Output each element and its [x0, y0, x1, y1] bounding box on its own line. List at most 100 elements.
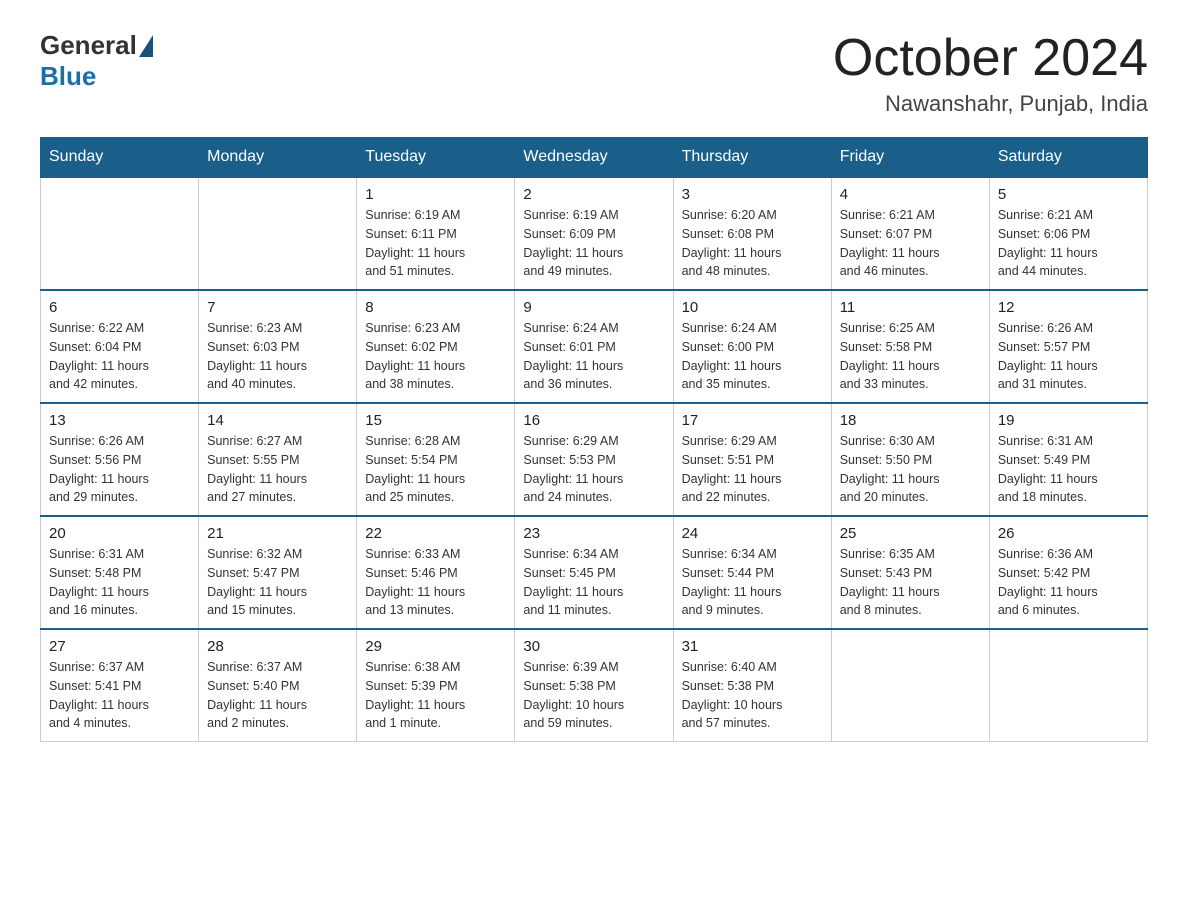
- day-info: Sunrise: 6:24 AMSunset: 6:01 PMDaylight:…: [523, 319, 664, 394]
- day-info: Sunrise: 6:35 AMSunset: 5:43 PMDaylight:…: [840, 545, 981, 620]
- day-number: 18: [840, 412, 981, 429]
- calendar-cell: 17 Sunrise: 6:29 AMSunset: 5:51 PMDayligh…: [673, 403, 831, 516]
- day-number: 8: [365, 299, 506, 316]
- day-number: 5: [998, 186, 1139, 203]
- calendar-cell: 25 Sunrise: 6:35 AMSunset: 5:43 PMDayligh…: [831, 516, 989, 629]
- calendar-cell: 16 Sunrise: 6:29 AMSunset: 5:53 PMDayligh…: [515, 403, 673, 516]
- day-number: 10: [682, 299, 823, 316]
- day-info: Sunrise: 6:32 AMSunset: 5:47 PMDaylight:…: [207, 545, 348, 620]
- day-number: 9: [523, 299, 664, 316]
- calendar-week-5: 27 Sunrise: 6:37 AMSunset: 5:41 PMDayligh…: [41, 629, 1148, 742]
- calendar-cell: 13 Sunrise: 6:26 AMSunset: 5:56 PMDayligh…: [41, 403, 199, 516]
- day-number: 21: [207, 525, 348, 542]
- day-info: Sunrise: 6:28 AMSunset: 5:54 PMDaylight:…: [365, 432, 506, 507]
- header-monday: Monday: [199, 138, 357, 178]
- header-sunday: Sunday: [41, 138, 199, 178]
- calendar-cell: 9 Sunrise: 6:24 AMSunset: 6:01 PMDaylight…: [515, 290, 673, 403]
- calendar-cell: 20 Sunrise: 6:31 AMSunset: 5:48 PMDayligh…: [41, 516, 199, 629]
- day-info: Sunrise: 6:30 AMSunset: 5:50 PMDaylight:…: [840, 432, 981, 507]
- day-number: 24: [682, 525, 823, 542]
- calendar-cell: [41, 177, 199, 290]
- day-info: Sunrise: 6:24 AMSunset: 6:00 PMDaylight:…: [682, 319, 823, 394]
- day-number: 3: [682, 186, 823, 203]
- day-info: Sunrise: 6:37 AMSunset: 5:40 PMDaylight:…: [207, 658, 348, 733]
- calendar-week-2: 6 Sunrise: 6:22 AMSunset: 6:04 PMDaylight…: [41, 290, 1148, 403]
- day-number: 13: [49, 412, 190, 429]
- calendar-cell: 3Sunrise: 6:20 AMSunset: 6:08 PMDaylight…: [673, 177, 831, 290]
- day-number: 31: [682, 638, 823, 655]
- title-area: October 2024 Nawanshahr, Punjab, India: [833, 30, 1148, 117]
- calendar-cell: 31 Sunrise: 6:40 AMSunset: 5:38 PMDayligh…: [673, 629, 831, 742]
- day-info: Sunrise: 6:37 AMSunset: 5:41 PMDaylight:…: [49, 658, 190, 733]
- calendar-cell: 18 Sunrise: 6:30 AMSunset: 5:50 PMDayligh…: [831, 403, 989, 516]
- day-number: 28: [207, 638, 348, 655]
- page-header: General Blue October 2024 Nawanshahr, Pu…: [40, 30, 1148, 117]
- calendar-cell: 22 Sunrise: 6:33 AMSunset: 5:46 PMDayligh…: [357, 516, 515, 629]
- calendar-cell: 28 Sunrise: 6:37 AMSunset: 5:40 PMDayligh…: [199, 629, 357, 742]
- calendar-cell: [199, 177, 357, 290]
- calendar-cell: 14Sunrise: 6:27 AMSunset: 5:55 PMDayligh…: [199, 403, 357, 516]
- day-info: Sunrise: 6:21 AMSunset: 6:07 PMDaylight:…: [840, 206, 981, 281]
- calendar-cell: 5Sunrise: 6:21 AMSunset: 6:06 PMDaylight…: [989, 177, 1147, 290]
- calendar-cell: 1 Sunrise: 6:19 AMSunset: 6:11 PMDaylight…: [357, 177, 515, 290]
- calendar-cell: 24 Sunrise: 6:34 AMSunset: 5:44 PMDayligh…: [673, 516, 831, 629]
- logo-triangle-icon: [139, 35, 153, 57]
- day-number: 12: [998, 299, 1139, 316]
- header-friday: Friday: [831, 138, 989, 178]
- day-info: Sunrise: 6:26 AMSunset: 5:57 PMDaylight:…: [998, 319, 1139, 394]
- day-number: 7: [207, 299, 348, 316]
- calendar-cell: 29Sunrise: 6:38 AMSunset: 5:39 PMDayligh…: [357, 629, 515, 742]
- day-info: Sunrise: 6:25 AMSunset: 5:58 PMDaylight:…: [840, 319, 981, 394]
- day-number: 17: [682, 412, 823, 429]
- calendar-cell: [831, 629, 989, 742]
- day-info: Sunrise: 6:29 AMSunset: 5:51 PMDaylight:…: [682, 432, 823, 507]
- day-info: Sunrise: 6:29 AMSunset: 5:53 PMDaylight:…: [523, 432, 664, 507]
- calendar-cell: 10 Sunrise: 6:24 AMSunset: 6:00 PMDayligh…: [673, 290, 831, 403]
- day-number: 19: [998, 412, 1139, 429]
- day-info: Sunrise: 6:34 AMSunset: 5:44 PMDaylight:…: [682, 545, 823, 620]
- day-info: Sunrise: 6:40 AMSunset: 5:38 PMDaylight:…: [682, 658, 823, 733]
- day-info: Sunrise: 6:36 AMSunset: 5:42 PMDaylight:…: [998, 545, 1139, 620]
- day-number: 30: [523, 638, 664, 655]
- day-number: 14: [207, 412, 348, 429]
- day-info: Sunrise: 6:26 AMSunset: 5:56 PMDaylight:…: [49, 432, 190, 507]
- day-number: 1: [365, 186, 506, 203]
- header-thursday: Thursday: [673, 138, 831, 178]
- calendar-cell: 2Sunrise: 6:19 AMSunset: 6:09 PMDaylight…: [515, 177, 673, 290]
- calendar-cell: 30 Sunrise: 6:39 AMSunset: 5:38 PMDayligh…: [515, 629, 673, 742]
- day-info: Sunrise: 6:38 AMSunset: 5:39 PMDaylight:…: [365, 658, 506, 733]
- logo: General Blue: [40, 30, 155, 92]
- calendar-cell: 4Sunrise: 6:21 AMSunset: 6:07 PMDaylight…: [831, 177, 989, 290]
- calendar-week-3: 13 Sunrise: 6:26 AMSunset: 5:56 PMDayligh…: [41, 403, 1148, 516]
- day-number: 22: [365, 525, 506, 542]
- day-info: Sunrise: 6:39 AMSunset: 5:38 PMDaylight:…: [523, 658, 664, 733]
- calendar-cell: 23 Sunrise: 6:34 AMSunset: 5:45 PMDayligh…: [515, 516, 673, 629]
- day-number: 15: [365, 412, 506, 429]
- day-number: 27: [49, 638, 190, 655]
- day-number: 6: [49, 299, 190, 316]
- calendar-cell: [989, 629, 1147, 742]
- day-number: 2: [523, 186, 664, 203]
- calendar-week-4: 20 Sunrise: 6:31 AMSunset: 5:48 PMDayligh…: [41, 516, 1148, 629]
- day-info: Sunrise: 6:34 AMSunset: 5:45 PMDaylight:…: [523, 545, 664, 620]
- day-info: Sunrise: 6:31 AMSunset: 5:48 PMDaylight:…: [49, 545, 190, 620]
- header-saturday: Saturday: [989, 138, 1147, 178]
- month-title: October 2024: [833, 30, 1148, 87]
- day-number: 11: [840, 299, 981, 316]
- calendar-cell: 21 Sunrise: 6:32 AMSunset: 5:47 PMDayligh…: [199, 516, 357, 629]
- day-number: 23: [523, 525, 664, 542]
- day-number: 25: [840, 525, 981, 542]
- header-wednesday: Wednesday: [515, 138, 673, 178]
- day-number: 26: [998, 525, 1139, 542]
- calendar-header-row: SundayMondayTuesdayWednesdayThursdayFrid…: [41, 138, 1148, 178]
- calendar-cell: 11 Sunrise: 6:25 AMSunset: 5:58 PMDayligh…: [831, 290, 989, 403]
- day-number: 20: [49, 525, 190, 542]
- day-info: Sunrise: 6:19 AMSunset: 6:11 PMDaylight:…: [365, 206, 506, 281]
- calendar-cell: 6 Sunrise: 6:22 AMSunset: 6:04 PMDaylight…: [41, 290, 199, 403]
- day-number: 16: [523, 412, 664, 429]
- day-info: Sunrise: 6:23 AMSunset: 6:03 PMDaylight:…: [207, 319, 348, 394]
- day-info: Sunrise: 6:33 AMSunset: 5:46 PMDaylight:…: [365, 545, 506, 620]
- calendar-cell: 27 Sunrise: 6:37 AMSunset: 5:41 PMDayligh…: [41, 629, 199, 742]
- calendar-table: SundayMondayTuesdayWednesdayThursdayFrid…: [40, 137, 1148, 742]
- day-info: Sunrise: 6:22 AMSunset: 6:04 PMDaylight:…: [49, 319, 190, 394]
